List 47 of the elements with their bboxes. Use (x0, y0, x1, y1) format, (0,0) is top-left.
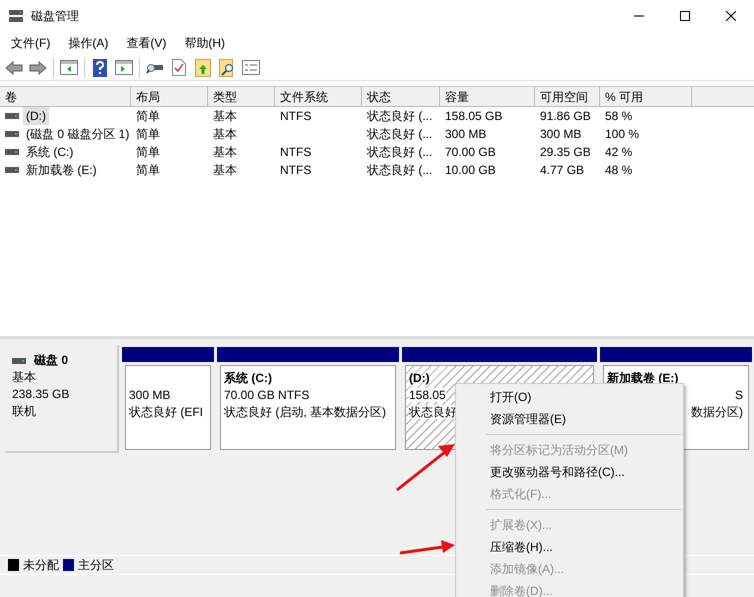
table-cell-text: 300 MB (445, 126, 486, 143)
table-cell-text: 基本 (213, 162, 237, 179)
table-cell-text: NTFS (280, 162, 312, 179)
partition-info: S (734, 387, 743, 404)
table-cell-text: 状态良好 (... (367, 144, 432, 161)
table-cell-text: 系统 (C:) (25, 144, 74, 161)
partition-title: (D:) (409, 371, 430, 385)
table-cell: (D:) (23, 107, 49, 125)
table-cell-text: 158.05 GB (445, 108, 502, 125)
partition-info: 158.05 (409, 388, 446, 402)
legend-label: 未分配 (23, 557, 59, 574)
partition-title: 系统 (C:) (224, 371, 272, 385)
table-cell-text: 简单 (136, 162, 160, 179)
table-cell-text: 300 MB (540, 126, 582, 143)
partition-info: 数据分区) (691, 404, 743, 421)
table-cell-text: 58 % (605, 108, 632, 125)
table-cell-text: 100 % (605, 126, 640, 143)
table-cell-text: 状态良好 (... (367, 162, 432, 179)
table-cell-text: 状态良好 (... (367, 108, 432, 125)
table-cell-text: 48 % (605, 162, 632, 179)
table-cell-text: 简单 (136, 108, 160, 125)
partition-info: 300 MB (129, 388, 170, 402)
table-cell-text: 新加载卷 (E:) (25, 162, 98, 179)
table-cell-text: 状态良好 (... (367, 126, 432, 143)
legend-label: 主分区 (78, 557, 114, 574)
partition-info: 状态良好 (启动, 基本数据分区) (224, 405, 386, 419)
table-cell-text: NTFS (280, 144, 312, 161)
partition-info: 状态良好 (EFI (129, 405, 203, 419)
table-cell-text: 4.77 GB (540, 162, 584, 179)
disk-size: 238.35 GB (12, 386, 70, 403)
table-cell-text: 29.35 GB (540, 144, 591, 161)
table-cell-text: 基本 (213, 144, 237, 161)
table-cell-text: 基本 (213, 126, 237, 143)
table-cell-text: 简单 (136, 126, 160, 143)
partition-info: 70.00 GB NTFS (224, 388, 310, 402)
table-cell-text: 42 % (605, 144, 632, 161)
table-cell-text: 基本 (213, 108, 237, 125)
table-cell-text: 10.00 GB (445, 162, 496, 179)
table-cell-text: 简单 (136, 144, 160, 161)
disk-status: 联机 (12, 403, 37, 420)
disk-name: 磁盘 0 (34, 352, 68, 369)
table-cell-text: NTFS (280, 108, 312, 125)
window-title: 磁盘管理 (31, 8, 79, 24)
table-cell-text: (磁盘 0 磁盘分区 1) (25, 126, 130, 143)
disk-type: 基本 (12, 369, 37, 386)
table-cell-text: 70.00 GB (445, 144, 496, 161)
table-cell-text: 91.86 GB (540, 108, 591, 125)
